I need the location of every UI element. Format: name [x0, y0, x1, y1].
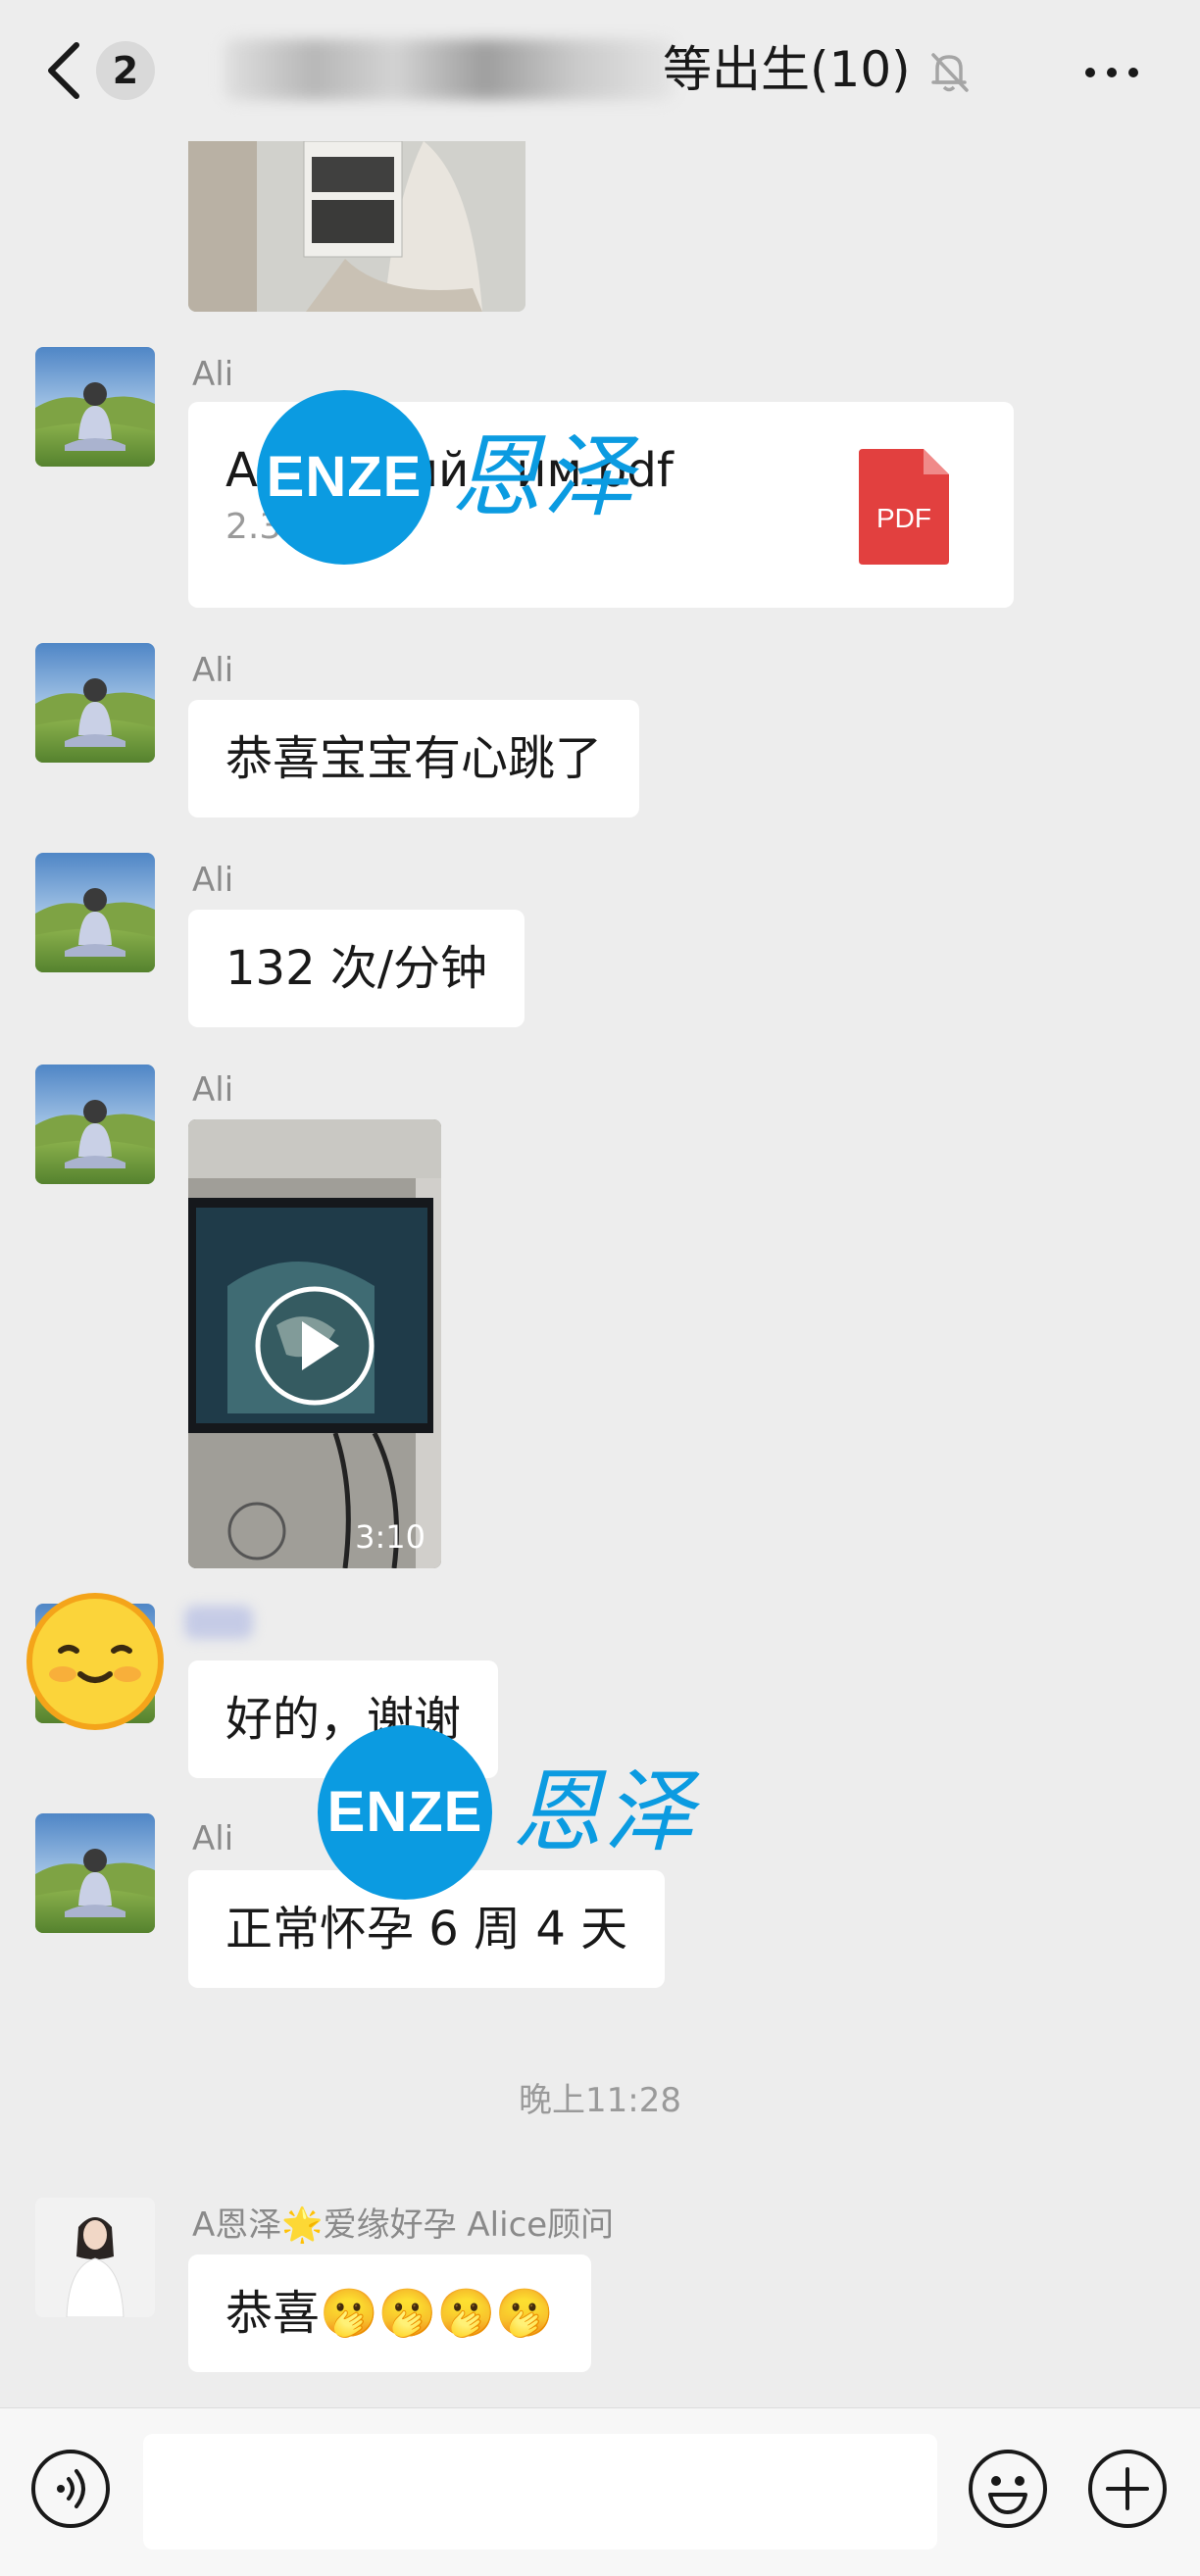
avatar[interactable] — [35, 347, 155, 467]
watermark-logo: ENZE — [257, 390, 431, 565]
sender-name: Ali — [192, 651, 234, 690]
video-message[interactable]: 3:10 — [188, 1119, 441, 1568]
bell-slash-icon — [931, 53, 969, 92]
message-input[interactable] — [143, 2434, 937, 2550]
watermark-logo: ENZE — [318, 1725, 492, 1900]
blurred-title-region — [224, 39, 675, 100]
watermark-text: 恩泽 — [512, 1759, 697, 1864]
landscape-avatar-icon — [35, 347, 155, 467]
image-message[interactable] — [188, 141, 525, 312]
landscape-avatar-icon — [35, 643, 155, 763]
avatar[interactable] — [35, 853, 155, 972]
sender-name: Ali — [192, 861, 234, 900]
pdf-file-icon: PDF — [859, 449, 949, 565]
sender-name: Ali — [192, 1819, 234, 1858]
watermark-text: 恩泽 — [451, 424, 636, 529]
landscape-avatar-icon — [35, 1065, 155, 1184]
chat-header: 2 等出生(10) — [0, 0, 1200, 141]
sender-name: Ali — [192, 1070, 234, 1110]
text-message-bubble[interactable]: 恭喜宝宝有心跳了 — [188, 700, 640, 817]
voice-icon[interactable] — [29, 2448, 112, 2530]
unread-count-badge[interactable]: 2 — [96, 41, 155, 100]
woman-portrait-avatar-icon — [35, 2198, 155, 2317]
emoji-icon[interactable] — [967, 2448, 1049, 2530]
message-timestamp: 晚上11:28 — [519, 2081, 681, 2120]
sender-name: A恩泽🌟爱缘好孕 Alice顾问 — [192, 2205, 615, 2245]
avatar[interactable] — [35, 1813, 155, 1933]
more-dots-icon[interactable] — [1082, 53, 1141, 92]
svg-text:PDF: PDF — [876, 503, 931, 533]
avatar[interactable] — [35, 2198, 155, 2317]
landscape-avatar-icon — [35, 853, 155, 972]
plus-circle-icon[interactable] — [1086, 2448, 1169, 2530]
smiley-sticker-icon — [26, 1593, 164, 1730]
landscape-avatar-icon — [35, 1813, 155, 1933]
text-message-bubble[interactable]: 132 次/分钟 — [188, 910, 525, 1027]
avatar[interactable] — [35, 1065, 155, 1184]
play-icon[interactable] — [253, 1284, 376, 1408]
video-duration: 3:10 — [355, 1518, 425, 1556]
chat-title[interactable]: 等出生(10) — [663, 35, 911, 104]
sender-name: Ali — [192, 355, 234, 394]
input-bar — [0, 2407, 1200, 2576]
chevron-left-icon[interactable] — [39, 39, 88, 102]
blurred-sender-name — [184, 1606, 253, 1639]
text-message-bubble[interactable]: 恭喜🫢🫢🫢🫢 — [188, 2254, 592, 2372]
avatar[interactable] — [35, 643, 155, 763]
